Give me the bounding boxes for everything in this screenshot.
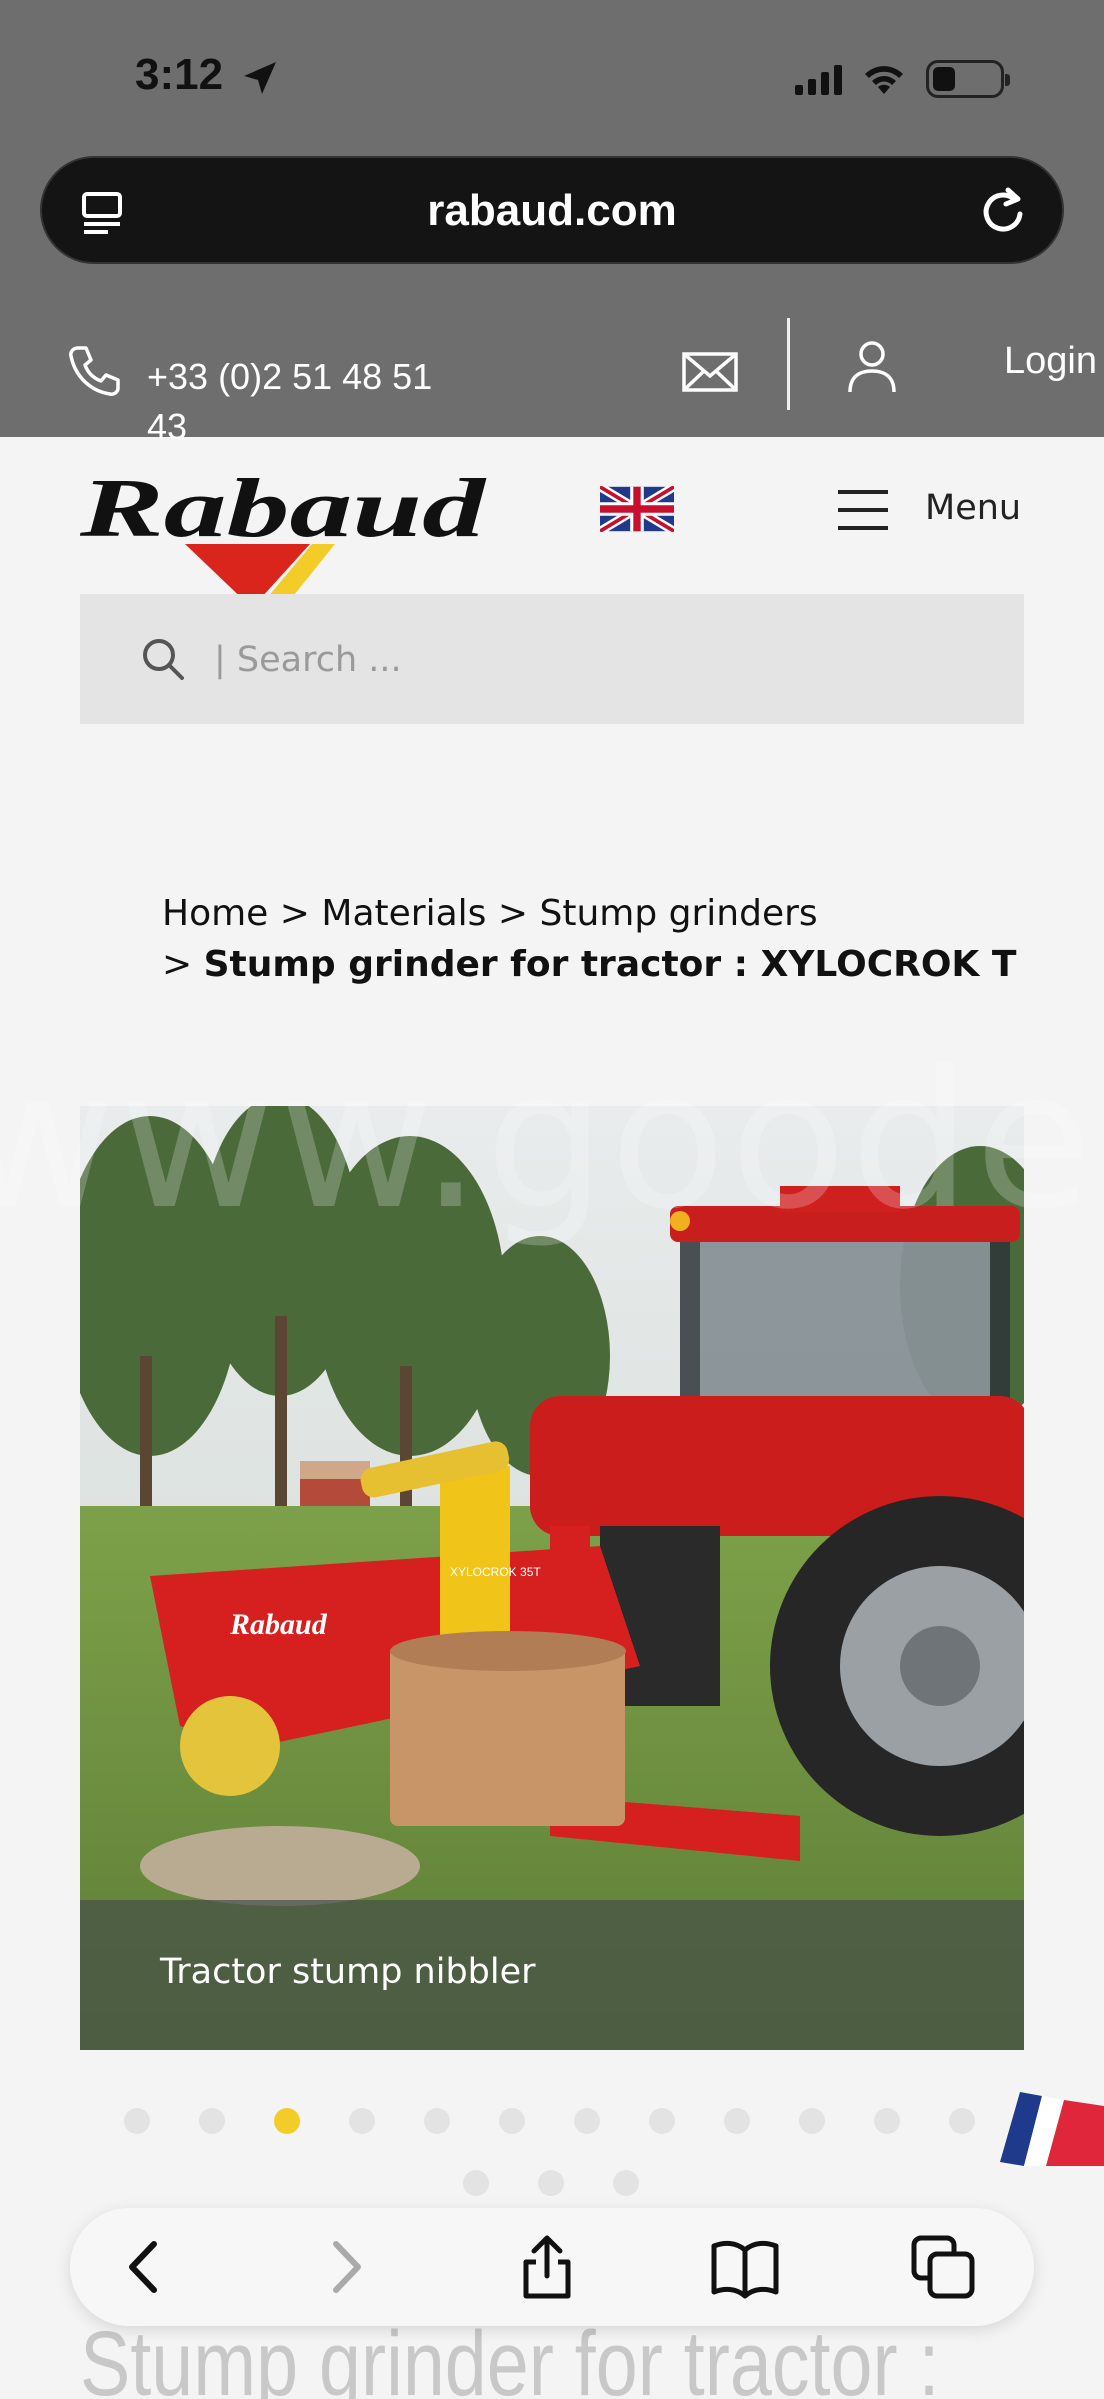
- carousel-dot[interactable]: [274, 2108, 300, 2134]
- browser-toolbar: [70, 2208, 1034, 2326]
- machine-model: XYLOCROK 35T: [450, 1565, 541, 1579]
- breadcrumb-separator: >: [279, 893, 310, 934]
- login-link[interactable]: Login: [1004, 340, 1097, 383]
- address-bar[interactable]: rabaud.com: [40, 156, 1064, 264]
- carousel-dot[interactable]: [124, 2108, 150, 2134]
- breadcrumb-category[interactable]: Stump grinders: [539, 893, 817, 934]
- carousel-dot[interactable]: [574, 2108, 600, 2134]
- carousel-dot[interactable]: [724, 2108, 750, 2134]
- phone-icon[interactable]: [66, 342, 122, 398]
- carousel-dot[interactable]: [349, 2108, 375, 2134]
- battery-icon: [926, 60, 1010, 98]
- carousel-dot[interactable]: [799, 2108, 825, 2134]
- carousel-dot[interactable]: [463, 2170, 489, 2196]
- carousel-dot[interactable]: [613, 2170, 639, 2196]
- search-box[interactable]: [80, 594, 1024, 724]
- bookmarks-icon[interactable]: [710, 2232, 780, 2302]
- breadcrumb-separator: >: [162, 944, 193, 985]
- back-icon[interactable]: [110, 2232, 180, 2302]
- image-caption-bar: Tractor stump nibbler: [80, 1900, 1024, 2050]
- wifi-icon: [865, 66, 903, 94]
- contact-divider: [787, 318, 790, 410]
- phone-number[interactable]: +33 (0)2 51 48 51 43: [147, 352, 477, 452]
- search-input[interactable]: [214, 634, 914, 686]
- forward-icon[interactable]: [310, 2232, 380, 2302]
- watermark: www.goodeal: [0, 1030, 1104, 1251]
- location-arrow-icon: [244, 62, 276, 94]
- english-flag-icon[interactable]: [600, 486, 674, 532]
- carousel-dot[interactable]: [949, 2108, 975, 2134]
- carousel-dot[interactable]: [424, 2108, 450, 2134]
- contact-bar: +33 (0)2 51 48 51 43 Login: [0, 310, 1104, 447]
- breadcrumb-materials[interactable]: Materials: [321, 893, 486, 934]
- carousel-dot[interactable]: [874, 2108, 900, 2134]
- url-text[interactable]: rabaud.com: [42, 186, 1062, 236]
- breadcrumb-home[interactable]: Home: [162, 893, 268, 934]
- carousel-dot[interactable]: [199, 2108, 225, 2134]
- machine-brand: Rabaud: [229, 1608, 328, 1641]
- browser-chrome: 3:12 rabaud.com +33 (0)2 51 48 51 43 Log…: [0, 0, 1104, 447]
- carousel-dot[interactable]: [538, 2170, 564, 2196]
- status-time: 3:12: [135, 50, 224, 99]
- share-icon[interactable]: [512, 2232, 582, 2302]
- breadcrumb-current: Stump grinder for tractor : XYLOCROK T: [203, 944, 1017, 985]
- cellular-signal-icon: [795, 63, 842, 95]
- menu-button[interactable]: Menu: [925, 488, 1021, 528]
- svg-text:Rabaud: Rabaud: [80, 468, 488, 555]
- image-caption: Tractor stump nibbler: [160, 1952, 536, 1992]
- carousel-dot[interactable]: [499, 2108, 525, 2134]
- mail-icon[interactable]: [680, 342, 740, 402]
- breadcrumb-separator: >: [497, 893, 529, 934]
- status-indicators: [795, 60, 1010, 98]
- carousel-dot[interactable]: [649, 2108, 675, 2134]
- hamburger-menu-icon[interactable]: [836, 488, 890, 532]
- reload-icon[interactable]: [976, 184, 1032, 240]
- search-icon[interactable]: [140, 636, 186, 682]
- french-flag-icon[interactable]: [1000, 2090, 1104, 2166]
- tabs-icon[interactable]: [908, 2232, 978, 2302]
- user-icon[interactable]: [846, 338, 898, 394]
- breadcrumb: Home > Materials > Stump grinders > Stum…: [162, 888, 1022, 990]
